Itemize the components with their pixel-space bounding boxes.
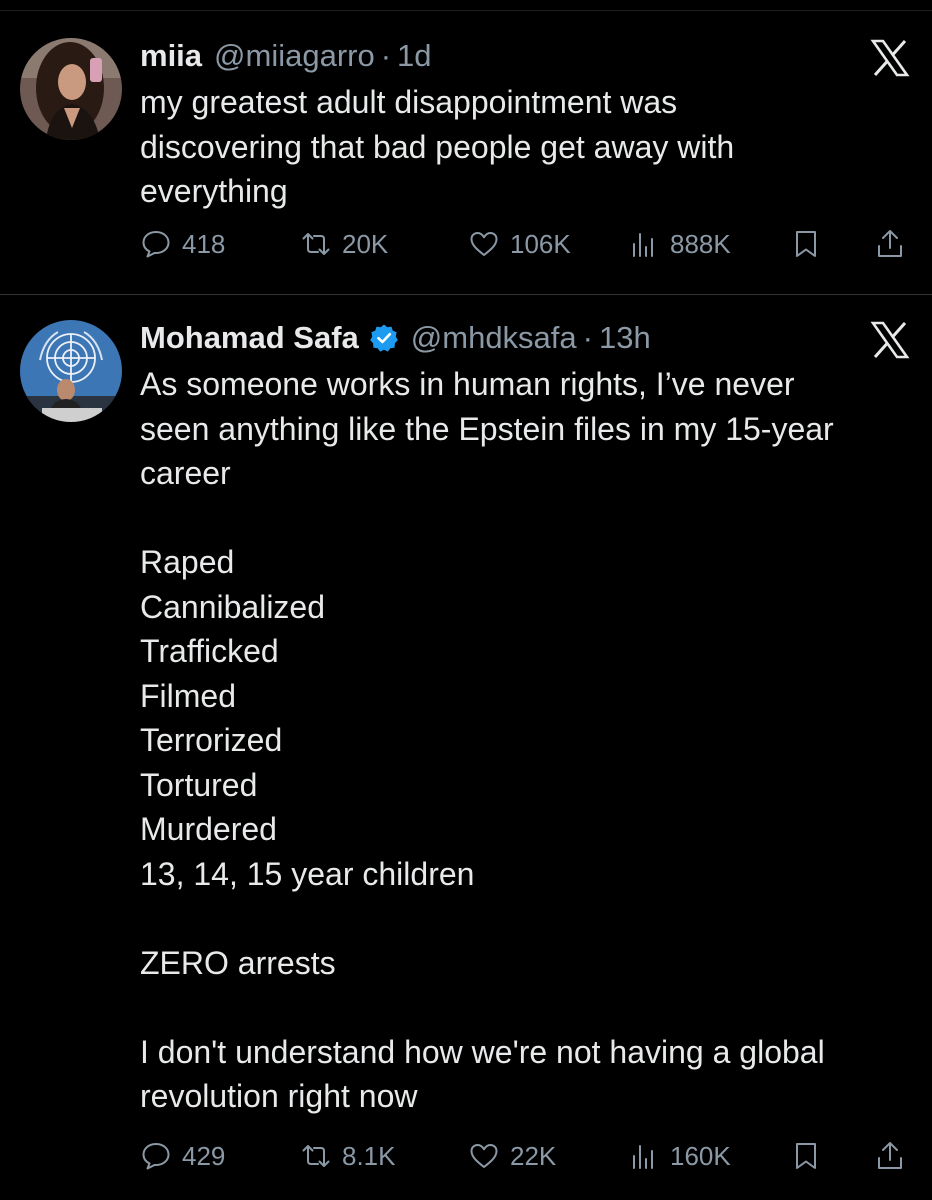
views-button[interactable]: 888K [628, 224, 731, 264]
tweet-text: As someone works in human rights, I’ve n… [140, 362, 910, 1119]
author-name[interactable]: miia [140, 38, 202, 74]
bar-chart-icon [633, 233, 653, 257]
like-button[interactable]: 22K [468, 1136, 556, 1176]
tweet-header: miia @miiagarro · 1d [140, 36, 432, 76]
tweet-actions: 429 8.1K 22K 160K [140, 1136, 912, 1176]
share-button[interactable] [874, 1136, 906, 1176]
tweet-text-line: Murdered [140, 811, 277, 847]
share-upload-icon [878, 1142, 902, 1169]
x-logo-icon [870, 38, 910, 78]
tweet-text-line [140, 496, 910, 541]
tweet-text-line [140, 896, 910, 941]
tweet-card[interactable]: Mohamad Safa @mhdksafa · 13h As someone … [0, 300, 932, 1200]
tweet-timestamp[interactable]: 13h [599, 320, 651, 356]
separator-dot: · [582, 320, 593, 355]
reply-button[interactable]: 429 [140, 1136, 225, 1176]
tweet-text-line: ZERO arrests [140, 944, 336, 981]
speech-bubble-icon [142, 1143, 170, 1170]
bookmark-button[interactable] [790, 1136, 822, 1176]
tweet-divider [0, 294, 932, 295]
tweet-text-line: 13, 14, 15 year children [140, 855, 475, 892]
separator-dot: · [380, 38, 392, 73]
retweet-arrows-icon [302, 233, 330, 255]
like-count: 106K [510, 228, 571, 259]
heart-icon [470, 232, 498, 256]
share-button[interactable] [874, 224, 906, 264]
avatar[interactable] [20, 38, 122, 140]
share-upload-icon [878, 230, 902, 257]
retweet-button[interactable]: 8.1K [300, 1136, 396, 1176]
tweet-text-line: Terrorized [140, 722, 283, 758]
view-count: 888K [670, 228, 731, 259]
reply-count: 418 [182, 228, 226, 259]
retweet-button[interactable]: 20K [300, 224, 388, 264]
tweet-text-line: everything [140, 173, 288, 209]
tweet-text-line: discovering that bad people get away wit… [140, 128, 735, 165]
retweet-count: 8.1K [342, 1140, 396, 1171]
reply-count: 429 [182, 1140, 226, 1171]
reply-button[interactable]: 418 [140, 224, 225, 264]
tweet-text: my greatest adult disappointment was disc… [140, 80, 910, 214]
avatar[interactable] [20, 320, 122, 422]
tweet-text-line: Raped [140, 544, 235, 580]
tweet-timestamp[interactable]: 1d [397, 38, 431, 74]
top-divider [0, 10, 932, 11]
tweet-text-line: Cannibalized [140, 588, 326, 625]
bar-chart-icon [633, 1145, 653, 1169]
bookmark-button[interactable] [790, 224, 822, 264]
heart-icon [470, 1144, 498, 1168]
tweet-text-line: Tortured [140, 766, 258, 803]
speech-bubble-icon [142, 231, 170, 258]
views-button[interactable]: 160K [628, 1136, 731, 1176]
view-count: 160K [670, 1140, 731, 1171]
tweet-actions: 418 20K 106K 888K [140, 224, 912, 264]
author-handle[interactable]: @miiagarro [214, 38, 375, 74]
tweet-text-line: career [140, 455, 231, 491]
tweet-text-line [140, 985, 910, 1030]
verified-badge-icon [369, 323, 399, 353]
tweet-text-line: I don't understand how we're not having … [140, 1033, 825, 1070]
x-logo-icon [870, 320, 910, 360]
tweet-text-line: my greatest adult disappointment was [140, 84, 678, 120]
author-handle[interactable]: @mhdksafa [411, 320, 577, 356]
retweet-count: 20K [342, 228, 389, 259]
tweet-text-line: Filmed [140, 677, 237, 714]
tweet-text-line: As someone works in human rights, I’ve n… [140, 366, 795, 402]
bookmark-icon [796, 1143, 816, 1169]
retweet-arrows-icon [302, 1145, 330, 1167]
tweet-text-line: Trafficked [140, 633, 279, 669]
tweet-text-line: revolution right now [140, 1078, 418, 1114]
like-count: 22K [510, 1140, 557, 1171]
bookmark-icon [796, 231, 816, 257]
tweet-header: Mohamad Safa @mhdksafa · 13h [140, 318, 651, 358]
tweet-card[interactable]: miia @miiagarro · 1d my greatest adult d… [0, 20, 932, 290]
tweet-text-line: seen anything like the Epstein files in … [140, 410, 834, 447]
author-name[interactable]: Mohamad Safa [140, 320, 359, 356]
like-button[interactable]: 106K [468, 224, 571, 264]
